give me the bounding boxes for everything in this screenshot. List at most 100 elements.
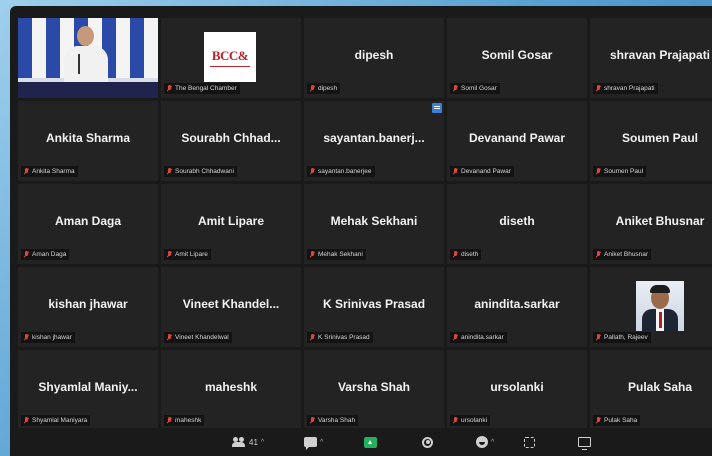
participant-tile[interactable]: Varsha Shah Varsha Shah: [304, 350, 444, 430]
participant-tile[interactable]: Aniket Bhusnar Aniket Bhusnar: [590, 184, 712, 264]
chat-caret-icon[interactable]: ^: [320, 439, 323, 446]
mic-muted-icon: [595, 416, 601, 425]
participant-name-label: Mehak Sekhani: [307, 249, 366, 260]
mic-muted-icon: [452, 167, 458, 176]
whiteboard-icon: [578, 437, 591, 450]
participants-button[interactable]: 41 ^: [232, 435, 264, 449]
mic-muted-icon: [595, 250, 601, 259]
participant-tile[interactable]: maheshk maheshk: [161, 350, 301, 430]
participant-tile[interactable]: Pallath, Rajeev: [590, 267, 712, 347]
participant-name-label: K Srinivas Prasad: [307, 332, 373, 343]
participant-tile[interactable]: ursolanki ursolanki: [447, 350, 587, 430]
participant-name-label: Aman Daga: [21, 249, 70, 260]
mic-muted-icon: [309, 167, 315, 176]
mic-muted-icon: [309, 416, 315, 425]
participant-display-name: kishan jhawar: [48, 297, 128, 311]
participant-label-text: shravan Prajapati: [604, 85, 655, 92]
participant-tile[interactable]: sayantan.banerj... sayantan.banerjee: [304, 101, 444, 181]
participant-tile[interactable]: dipesh dipesh: [304, 18, 444, 98]
participant-label-text: Shyamlal Maniyara: [32, 417, 88, 424]
participant-name-label: anindita.sarkar: [450, 332, 507, 343]
participant-label-text: K Srinivas Prasad: [318, 334, 370, 341]
participant-name-label: Amit Lipare: [164, 249, 211, 260]
participant-label-text: Varsha Shah: [318, 417, 356, 424]
participant-display-name: Soumen Paul: [621, 131, 698, 145]
participant-tile[interactable]: K Srinivas Prasad K Srinivas Prasad: [304, 267, 444, 347]
participant-label-text: Somil Gosar: [461, 85, 497, 92]
participant-tile[interactable]: Amit Lipare Amit Lipare: [161, 184, 301, 264]
participant-display-name: sayantan.banerj...: [323, 131, 425, 145]
logo-text: BCC&: [211, 47, 249, 63]
participant-tile[interactable]: Aman Daga Aman Daga: [18, 184, 158, 264]
participant-tile[interactable]: shravan Prajapati shravan Prajapati: [590, 18, 712, 98]
participant-label-text: Amit Lipare: [175, 251, 208, 258]
participant-name-label: Sourabh Chhadwani: [164, 166, 237, 177]
participant-label-text: Sourabh Chhadwani: [175, 168, 234, 175]
participant-name-label: Somil Gosar: [450, 83, 500, 94]
participant-display-name: maheshk: [204, 380, 258, 394]
participant-tile[interactable]: kishan jhawar kishan jhawar: [18, 267, 158, 347]
participant-display-name: shravan Prajapati: [609, 48, 711, 62]
share-screen-button[interactable]: [364, 435, 377, 449]
participant-display-name: Varsha Shah: [337, 380, 411, 394]
participant-name-label: Aniket Bhusnar: [593, 249, 652, 260]
participant-name-label: ursolanki: [450, 415, 491, 426]
reactions-caret-icon[interactable]: ^: [491, 439, 494, 446]
participant-display-name: diseth: [499, 214, 535, 228]
mic-muted-icon: [595, 333, 601, 342]
participant-tile[interactable]: Devanand Pawar Devanand Pawar: [447, 101, 587, 181]
participant-display-name: Mehak Sekhani: [330, 214, 418, 228]
participant-tile[interactable]: Sourabh Chhad... Sourabh Chhadwani: [161, 101, 301, 181]
mic-muted-icon: [452, 416, 458, 425]
tile-menu-icon[interactable]: [432, 103, 442, 113]
participants-count: 41: [249, 437, 258, 447]
participant-tile[interactable]: Mehak Sekhani Mehak Sekhani: [304, 184, 444, 264]
mic-muted-icon: [166, 333, 172, 342]
participant-tile[interactable]: Somil Gosar Somil Gosar: [447, 18, 587, 98]
participant-display-name: Aniket Bhusnar: [615, 214, 705, 228]
profile-photo: [636, 281, 684, 331]
apps-button[interactable]: [524, 435, 535, 449]
mic-muted-icon: [23, 167, 29, 176]
participant-display-name: Somil Gosar: [481, 48, 553, 62]
participant-tile[interactable]: Vineet Khandel... Vineet Khandelwal: [161, 267, 301, 347]
participant-label-text: ursolanki: [461, 417, 488, 424]
participant-label-text: maheshk: [175, 417, 202, 424]
speaker-figure: [64, 26, 108, 86]
chat-icon: [304, 437, 317, 450]
participant-tile[interactable]: Ankita Sharma Ankita Sharma: [18, 101, 158, 181]
chat-button[interactable]: ^: [304, 435, 323, 450]
participant-display-name: Vineet Khandel...: [182, 297, 280, 311]
mic-muted-icon: [166, 84, 172, 93]
participant-name-label: Shyamlal Maniyara: [21, 415, 91, 426]
participant-name-label: shravan Prajapati: [593, 83, 658, 94]
participant-tile[interactable]: anindita.sarkar anindita.sarkar: [447, 267, 587, 347]
mic-muted-icon: [23, 333, 29, 342]
share-screen-icon: [364, 436, 377, 448]
participant-display-name: Amit Lipare: [197, 214, 264, 228]
desk: [18, 82, 158, 98]
participant-name-label: Varsha Shah: [307, 415, 359, 426]
mic-muted-icon: [309, 84, 315, 93]
speaker-video: [18, 18, 158, 98]
participant-tile[interactable]: [18, 18, 158, 98]
participant-display-name: Shyamlal Maniy...: [38, 380, 138, 394]
bengal-chamber-logo: BCC&: [204, 32, 256, 82]
participant-name-label: diseth: [450, 249, 482, 260]
participant-tile[interactable]: diseth diseth: [447, 184, 587, 264]
apps-icon: [524, 436, 535, 448]
reactions-button[interactable]: ^: [476, 435, 494, 449]
participant-tile[interactable]: Shyamlal Maniy... Shyamlal Maniyara: [18, 350, 158, 430]
participant-tile[interactable]: Soumen Paul Soumen Paul: [590, 101, 712, 181]
participant-label-text: Vineet Khandelwal: [175, 334, 229, 341]
participant-label-text: kishan jhawar: [32, 334, 72, 341]
whiteboard-button[interactable]: [578, 435, 591, 450]
participant-tile[interactable]: Pulak Saha Pulak Saha: [590, 350, 712, 430]
participant-display-name: dipesh: [354, 48, 394, 62]
participant-name-label: dipesh: [307, 83, 341, 94]
record-button[interactable]: [422, 435, 433, 449]
participant-tile[interactable]: BCC& The Bengal Chamber: [161, 18, 301, 98]
participants-caret-icon[interactable]: ^: [261, 439, 264, 446]
participant-name-label: sayantan.banerjee: [307, 166, 375, 177]
participant-name-label: kishan jhawar: [21, 332, 75, 343]
